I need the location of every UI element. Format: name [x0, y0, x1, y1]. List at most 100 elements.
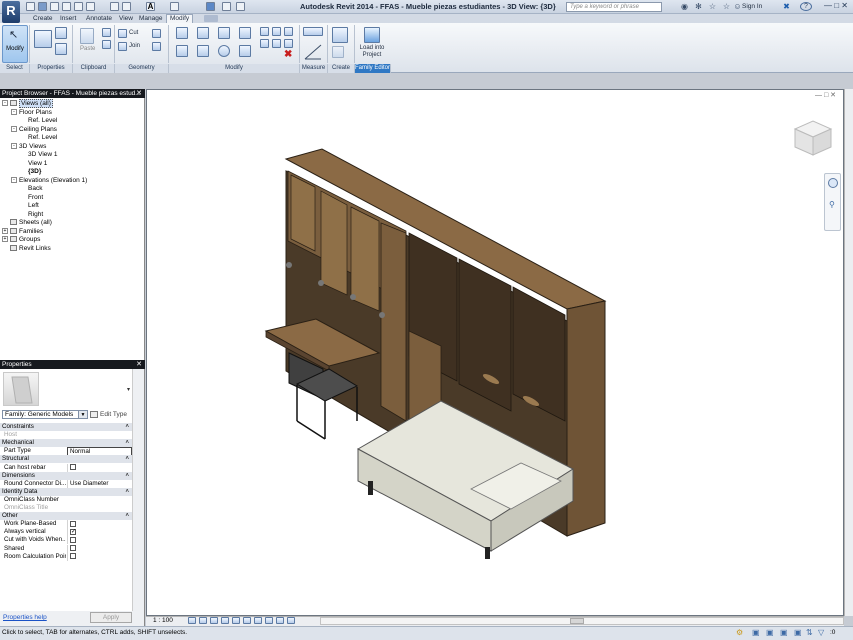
edit-type-icon[interactable]: [90, 411, 98, 418]
select-links-icon[interactable]: ▣: [766, 628, 774, 637]
property-row[interactable]: Round Connector Di... Use Diameter: [0, 479, 132, 488]
show-crop-icon[interactable]: [254, 617, 262, 624]
mirror-axis-icon[interactable]: [218, 27, 230, 39]
collapse-icon[interactable]: ˄: [125, 455, 129, 463]
reveal-hidden-icon[interactable]: [287, 617, 295, 624]
steering-wheel-icon[interactable]: [828, 178, 838, 188]
close-icon[interactable]: ✕: [134, 360, 144, 369]
properties-scrollbar[interactable]: [132, 369, 144, 611]
property-category[interactable]: Constraints ˄: [0, 423, 132, 431]
measure-icon[interactable]: [303, 27, 323, 36]
apply-button[interactable]: Apply: [90, 612, 132, 623]
create-form-icon[interactable]: [332, 46, 344, 58]
sync-icon[interactable]: [50, 2, 59, 11]
mirror-draw-icon[interactable]: [239, 27, 251, 39]
checkbox[interactable]: [70, 536, 76, 543]
shadows-icon[interactable]: [221, 617, 229, 624]
search-input[interactable]: Type a keyword or phrase: [566, 2, 662, 12]
lock-3d-icon[interactable]: [265, 617, 273, 624]
favorites-icon[interactable]: ☆: [722, 2, 731, 11]
chevron-down-icon[interactable]: ▼: [78, 410, 88, 419]
vertical-scrollbar[interactable]: [844, 89, 853, 616]
property-row[interactable]: Shared: [0, 544, 132, 553]
pin-icon[interactable]: [284, 39, 293, 48]
thin-lines-icon[interactable]: [206, 2, 215, 11]
property-category[interactable]: Dimensions ˄: [0, 471, 132, 480]
checkbox[interactable]: [70, 463, 76, 470]
split-gap-icon[interactable]: [272, 27, 281, 36]
tree-item[interactable]: - Elevations (Elevation 1): [11, 177, 87, 186]
property-row[interactable]: Room Calculation Point: [0, 552, 132, 561]
tab-manage[interactable]: Manage: [136, 15, 166, 23]
scrollbar-thumb[interactable]: [570, 618, 584, 624]
expand-icon[interactable]: +: [2, 236, 8, 243]
property-row[interactable]: OmniClass Title: [0, 504, 132, 512]
unpin-icon[interactable]: [284, 27, 293, 36]
checkbox[interactable]: [70, 544, 76, 551]
scale-icon[interactable]: [272, 39, 281, 48]
dimension-icon[interactable]: [303, 41, 323, 61]
collapse-icon[interactable]: ˄: [125, 423, 129, 431]
redo-icon[interactable]: [74, 2, 83, 11]
tab-annotate[interactable]: Annotate: [83, 15, 115, 23]
tree-item[interactable]: Back: [28, 185, 42, 194]
paste-icon[interactable]: [80, 28, 94, 44]
text-icon[interactable]: A: [146, 2, 155, 11]
worksets-icon[interactable]: ⚙: [736, 628, 743, 637]
collapse-icon[interactable]: -: [11, 176, 17, 183]
collapse-icon[interactable]: -: [2, 100, 8, 107]
checkbox[interactable]: ✓: [70, 528, 76, 535]
print-icon[interactable]: [86, 2, 95, 11]
drag-elements-icon[interactable]: ⇅: [806, 628, 813, 637]
tab-modify[interactable]: Modify: [166, 14, 194, 23]
navigation-bar[interactable]: ⚲: [824, 173, 841, 231]
select-underlay-icon[interactable]: ▣: [780, 628, 788, 637]
exchange-apps-icon[interactable]: ✖: [782, 2, 791, 11]
tab-insert[interactable]: Insert: [57, 15, 79, 23]
measure-icon[interactable]: [110, 2, 119, 11]
property-value[interactable]: ✓: [67, 528, 132, 537]
property-row[interactable]: Part Type Normal: [0, 447, 132, 458]
copy-icon[interactable]: [102, 28, 111, 37]
window-controls[interactable]: — □ ✕: [824, 1, 848, 10]
undo-icon[interactable]: [62, 2, 71, 11]
save-icon[interactable]: [38, 2, 47, 11]
application-menu-button[interactable]: R: [2, 1, 20, 23]
filter-icon[interactable]: ▽: [818, 628, 824, 637]
tree-item[interactable]: Front: [28, 194, 43, 203]
property-value[interactable]: [67, 552, 132, 561]
tree-item[interactable]: Right: [28, 211, 43, 220]
viewcube-icon[interactable]: [791, 117, 833, 157]
tree-item[interactable]: Ref. Level: [28, 117, 57, 126]
property-category[interactable]: Identity Data ˄: [0, 487, 132, 496]
temporary-hide-icon[interactable]: [276, 617, 284, 624]
copy-element-icon[interactable]: [197, 45, 209, 57]
tree-item[interactable]: - Floor Plans: [11, 109, 52, 118]
help-button[interactable]: ?: [800, 2, 812, 11]
tree-item[interactable]: Sheets (all): [10, 219, 52, 228]
dimension-icon[interactable]: [122, 2, 131, 11]
close-hidden-windows-icon[interactable]: [222, 2, 231, 11]
close-icon[interactable]: ✕: [134, 89, 144, 98]
view-scale[interactable]: 1 : 100: [153, 617, 173, 625]
property-value[interactable]: Use Diameter: [67, 479, 132, 488]
sun-path-icon[interactable]: [210, 617, 218, 624]
property-row[interactable]: Always vertical ✓: [0, 528, 132, 537]
tab-create[interactable]: Create: [30, 15, 56, 23]
3d-view-canvas[interactable]: [146, 89, 844, 616]
checkbox[interactable]: [70, 520, 76, 527]
sign-in-link[interactable]: Sign In: [742, 3, 762, 10]
split-icon[interactable]: [260, 27, 269, 36]
property-category[interactable]: Other ˄: [0, 512, 132, 521]
move-icon[interactable]: [176, 45, 188, 57]
rotate-icon[interactable]: [218, 45, 230, 57]
tree-item[interactable]: View 1: [28, 160, 47, 169]
tree-item[interactable]: 3D View 1: [28, 151, 58, 160]
design-options-icon[interactable]: ▣: [752, 628, 760, 637]
tree-item[interactable]: - Ceiling Plans: [11, 126, 57, 135]
collapse-icon[interactable]: ˄: [125, 512, 129, 520]
property-value[interactable]: [67, 463, 132, 472]
tree-item[interactable]: Revit Links: [10, 245, 51, 254]
family-types-icon[interactable]: [55, 43, 67, 55]
zoom-icon[interactable]: ⚲: [829, 200, 835, 209]
